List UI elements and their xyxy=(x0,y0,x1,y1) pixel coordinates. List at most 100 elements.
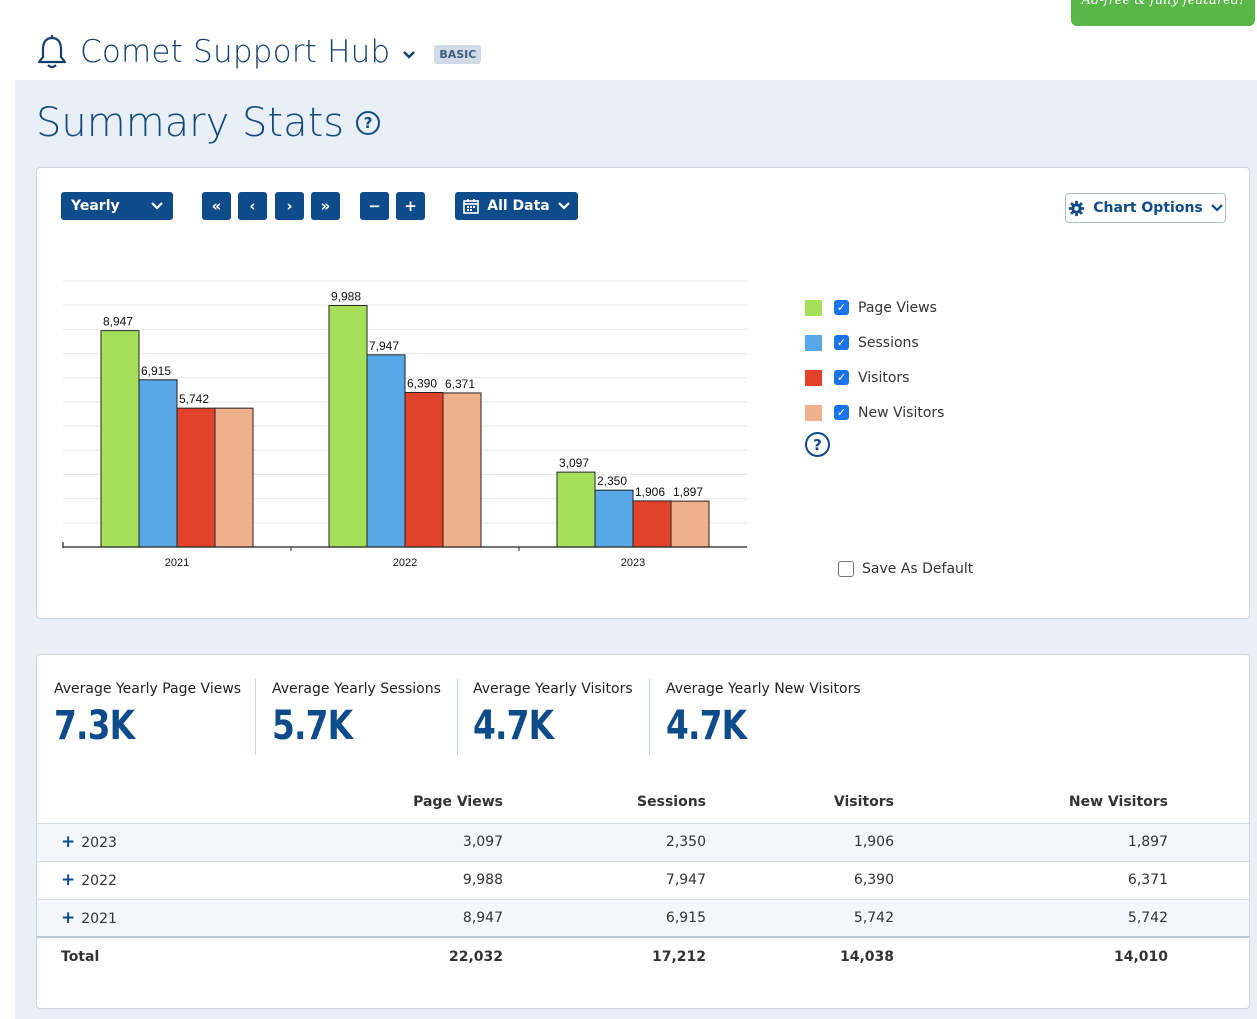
checkbox-checked-icon[interactable]: ✓ xyxy=(834,335,849,350)
legend-label: New Visitors xyxy=(858,404,945,421)
bar xyxy=(594,489,634,548)
bar-value-label: 6,915 xyxy=(141,364,171,378)
bar xyxy=(632,500,672,548)
kpi-page-views: Average Yearly Page Views 7.3K xyxy=(54,681,241,749)
x-tick-label: 2022 xyxy=(393,557,417,569)
checkbox-box[interactable] xyxy=(838,561,854,577)
cell-visitors: 5,742 xyxy=(707,898,895,937)
row-year[interactable]: +2022 xyxy=(37,860,247,899)
cell-new-visitors: 5,742 xyxy=(895,898,1169,937)
checkbox-checked-icon[interactable]: ✓ xyxy=(834,405,849,420)
legend-swatch xyxy=(805,299,822,316)
save-as-default-checkbox[interactable]: Save As Default xyxy=(838,561,973,577)
page-title: Summary Stats ? xyxy=(36,100,381,146)
legend-label: Sessions xyxy=(858,334,919,351)
cell-visitors: 6,390 xyxy=(707,860,895,899)
kpi-value: 4.7K xyxy=(473,703,554,749)
plan-badge: BASIC xyxy=(434,44,482,64)
legend-item[interactable]: ✓ Page Views xyxy=(805,290,944,325)
checkbox-checked-icon[interactable]: ✓ xyxy=(834,370,849,385)
bell-icon[interactable] xyxy=(36,34,68,70)
bar-value-label: 5,742 xyxy=(179,392,209,406)
column-header-new-visitors[interactable]: New Visitors xyxy=(895,781,1169,823)
row-year[interactable]: +2023 xyxy=(37,822,247,861)
legend-swatch xyxy=(805,369,822,386)
expand-icon[interactable]: + xyxy=(61,832,75,852)
legend-item[interactable]: ✓ Sessions xyxy=(805,325,944,360)
cell-visitors: 1,906 xyxy=(707,822,895,861)
table-total-row: Total 22,032 17,212 14,038 14,010 xyxy=(37,936,1249,975)
chart-legend: ✓ Page Views ✓ Sessions ✓ Visitors ✓ New Visito… xyxy=(805,290,944,430)
table-spacer xyxy=(1169,860,1249,899)
help-icon[interactable]: ? xyxy=(356,111,381,135)
chevron-down-icon[interactable] xyxy=(402,50,416,60)
kpi-visitors: Average Yearly Visitors 4.7K xyxy=(473,681,633,749)
bar-value-label: 6,390 xyxy=(407,376,437,390)
x-tick-label: 2021 xyxy=(165,557,189,569)
kpi-label: Average Yearly Sessions xyxy=(272,681,441,697)
total-sessions: 17,212 xyxy=(504,936,707,975)
table-header-row: Page Views Sessions Visitors New Visitor… xyxy=(37,781,1249,823)
table-spacer xyxy=(1169,936,1249,975)
chevron-down-icon xyxy=(1210,204,1223,212)
stats-table: Page Views Sessions Visitors New Visitor… xyxy=(37,781,1249,975)
bar xyxy=(670,500,710,548)
table-row[interactable]: +2022 9,988 7,947 6,390 6,371 xyxy=(37,860,1249,899)
page-title-text: Summary Stats xyxy=(36,100,345,146)
cell-sessions: 2,350 xyxy=(504,822,707,861)
table-spacer xyxy=(1169,898,1249,937)
promo-banner[interactable]: Ad-free & fully featured! xyxy=(1071,0,1255,26)
bar-chart: 8,947 6,915 5,742 2021 9,988 7,947 6,390 6,371 2… xyxy=(62,280,747,569)
help-icon[interactable]: ? xyxy=(805,432,830,457)
total-visitors: 14,038 xyxy=(707,936,895,975)
table-row[interactable]: +2021 8,947 6,915 5,742 5,742 xyxy=(37,898,1249,937)
column-header-page-views[interactable]: Page Views xyxy=(247,781,504,823)
gear-icon xyxy=(1069,200,1085,216)
total-new-visitors: 14,010 xyxy=(895,936,1169,975)
kpi-value: 7.3K xyxy=(54,703,135,749)
site-name[interactable]: Comet Support Hub xyxy=(80,34,390,70)
checkbox-checked-icon[interactable]: ✓ xyxy=(834,300,849,315)
table-spacer xyxy=(1169,781,1249,823)
cell-page-views: 9,988 xyxy=(247,860,504,899)
x-tick-label: 2023 xyxy=(621,557,645,569)
cell-sessions: 6,915 xyxy=(504,898,707,937)
site-header: Comet Support Hub BASIC xyxy=(36,30,482,74)
total-label: Total xyxy=(37,936,247,975)
legend-swatch xyxy=(805,334,822,351)
kpi-new-visitors: Average Yearly New Visitors 4.7K xyxy=(666,681,861,749)
row-year[interactable]: +2021 xyxy=(37,898,247,937)
cell-sessions: 7,947 xyxy=(504,860,707,899)
bar-value-label: 1,897 xyxy=(673,485,703,499)
kpi-sessions: Average Yearly Sessions 5.7K xyxy=(272,681,441,749)
stats-card: Average Yearly Page Views 7.3K Average Y… xyxy=(36,654,1250,1009)
bar xyxy=(366,354,406,548)
expand-icon[interactable]: + xyxy=(61,870,75,890)
chart-card: Yearly « ‹ › » − + All Data Chart Option… xyxy=(36,167,1250,619)
divider xyxy=(255,679,256,755)
bar xyxy=(328,304,368,548)
legend-item[interactable]: ✓ Visitors xyxy=(805,360,944,395)
column-header-visitors[interactable]: Visitors xyxy=(707,781,895,823)
bar-value-label: 1,906 xyxy=(635,485,665,499)
table-row[interactable]: +2023 3,097 2,350 1,906 1,897 xyxy=(37,822,1249,861)
column-header-sessions[interactable]: Sessions xyxy=(504,781,707,823)
kpi-label: Average Yearly Page Views xyxy=(54,681,242,697)
divider xyxy=(457,679,458,755)
bar xyxy=(214,407,254,548)
kpi-label: Average Yearly Visitors xyxy=(473,681,633,697)
chart-options-button[interactable]: Chart Options xyxy=(1065,193,1226,223)
expand-icon[interactable]: + xyxy=(61,908,75,928)
bar xyxy=(100,330,140,548)
divider xyxy=(649,679,650,755)
total-page-views: 22,032 xyxy=(247,936,504,975)
row-year-label: 2023 xyxy=(81,835,117,851)
legend-item[interactable]: ✓ New Visitors xyxy=(805,395,944,430)
legend-label: Page Views xyxy=(858,299,937,316)
column-header-year xyxy=(37,781,247,823)
bar xyxy=(176,407,216,548)
bar xyxy=(138,379,178,548)
promo-text: Ad-free & fully featured! xyxy=(1081,0,1245,8)
bar-value-label: 8,947 xyxy=(103,315,133,329)
kpi-value: 4.7K xyxy=(666,703,747,749)
